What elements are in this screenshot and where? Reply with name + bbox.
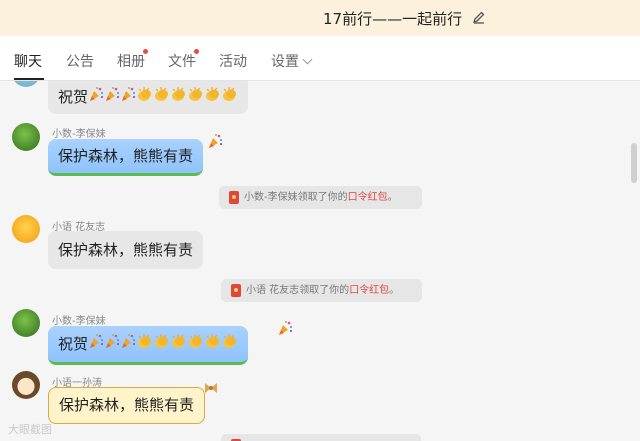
group-title: 17前行——一起前行 — [323, 10, 463, 28]
message-text: 保护森林，熊熊有责 — [58, 147, 194, 165]
message-bubble[interactable]: 保护森林，熊熊有责 — [48, 139, 204, 176]
message-text: 保护森林，熊熊有责 — [58, 241, 194, 259]
notice-text: 领取了你的 — [297, 192, 348, 203]
message-bubble[interactable]: 保护森林，熊熊有责 — [48, 387, 206, 424]
tab-album[interactable]: 相册 — [117, 51, 145, 71]
notice-end: 。 — [389, 285, 400, 296]
message-bubble[interactable]: 保护森林，熊熊有责 — [48, 231, 204, 269]
party-popper-icon — [88, 81, 136, 114]
red-packet-link[interactable]: 口令红包 — [349, 285, 389, 296]
tab-announcements[interactable]: 公告 — [66, 51, 94, 71]
notice-sender: 小数-李保妹 — [244, 192, 298, 203]
avatar[interactable] — [12, 81, 40, 87]
party-popper-icon — [207, 133, 223, 149]
avatar[interactable] — [12, 123, 40, 151]
clapping-hands-icon — [136, 326, 238, 363]
tab-activities[interactable]: 活动 — [219, 51, 247, 71]
chevron-down-icon — [302, 54, 313, 65]
red-packet-icon — [231, 284, 241, 297]
notice-end: 。 — [387, 192, 398, 203]
album-unread-dot — [143, 49, 148, 54]
files-unread-dot — [194, 49, 199, 54]
tab-settings-label: 设置 — [271, 54, 299, 70]
bow-decoration-icon — [205, 383, 217, 393]
active-tab-indicator — [14, 78, 44, 80]
chat-message-list[interactable]: 祝贺 小数-李保妹 保护森林，熊熊有责 小数-李保妹领取了你的口令红包。 小语 … — [0, 81, 640, 441]
scrollbar-thumb[interactable] — [631, 143, 637, 183]
sender-name: 小数-李保妹 — [52, 129, 106, 140]
avatar[interactable] — [12, 309, 40, 337]
party-popper-icon — [88, 326, 136, 363]
screenshot-watermark: 大眼截图 — [8, 423, 52, 436]
window-titlebar: 17前行——一起前行 — [0, 0, 640, 36]
edit-pencil-icon[interactable] — [472, 10, 486, 24]
message-text: 祝贺 — [58, 88, 89, 106]
scrollbar[interactable] — [627, 81, 640, 441]
avatar[interactable] — [12, 371, 40, 399]
clapping-hands-icon — [136, 81, 238, 114]
system-notice: 小数-李保妹领取了你的口令红包。 — [219, 186, 422, 209]
tab-chat[interactable]: 聊天 — [14, 51, 42, 71]
tab-files[interactable]: 文件 — [168, 51, 196, 71]
tab-bar: 聊天 公告 相册 文件 活动 设置 — [0, 36, 640, 81]
message-text: 保护森林，熊熊有责 — [59, 396, 195, 414]
red-packet-icon — [229, 191, 239, 204]
sender-name: 小数-李保妹 — [52, 316, 106, 327]
notice-text: 领取了你的 — [299, 285, 350, 296]
system-notice-partial — [221, 434, 421, 441]
tab-settings[interactable]: 设置 — [271, 51, 313, 71]
message-bubble[interactable]: 祝贺 — [48, 326, 249, 365]
message-bubble[interactable]: 祝贺 — [48, 81, 249, 114]
message-text: 祝贺 — [58, 335, 89, 353]
system-notice: 小语 花友志领取了你的口令红包。 — [221, 279, 422, 302]
notice-sender: 小语 花友志 — [246, 285, 300, 296]
red-packet-link[interactable]: 口令红包 — [348, 192, 388, 203]
avatar[interactable] — [12, 215, 40, 243]
party-popper-icon — [277, 320, 293, 336]
